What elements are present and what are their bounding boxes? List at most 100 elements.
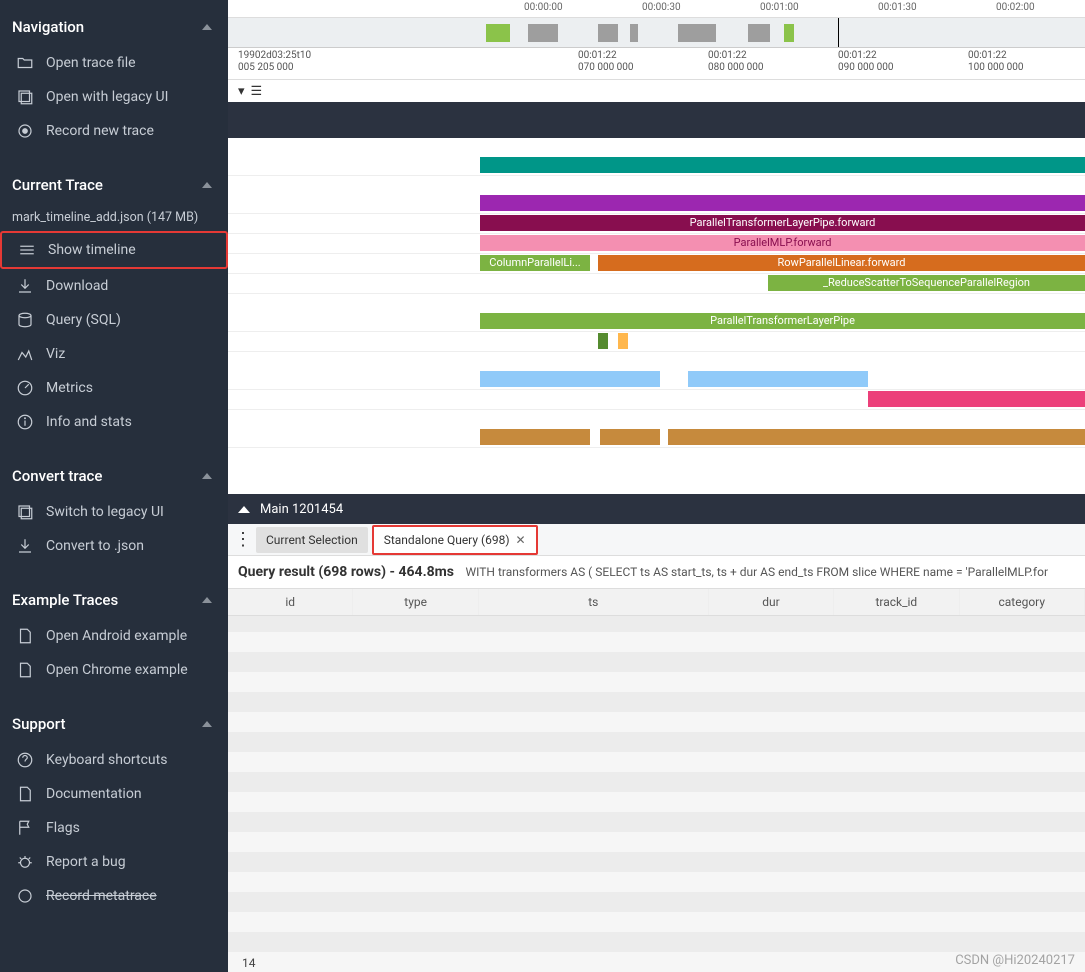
collapse-icon[interactable]: ▾ xyxy=(238,84,245,99)
chevron-up-icon xyxy=(202,597,212,603)
chevron-up-icon xyxy=(202,721,212,727)
slice[interactable]: RowParallelLinear.forward xyxy=(598,255,1085,271)
process-header[interactable] xyxy=(228,102,1085,138)
tab-current-selection[interactable]: Current Selection xyxy=(256,527,368,553)
slice[interactable]: _ReduceScatterToSequenceParallelRegion xyxy=(768,275,1085,291)
item-label: Open Android example xyxy=(46,628,187,644)
col-ts[interactable]: ts xyxy=(479,589,709,615)
chevron-up-icon xyxy=(202,24,212,30)
record-metatrace[interactable]: Record metatrace xyxy=(0,879,228,913)
kebab-icon[interactable]: ⋮ xyxy=(234,529,252,550)
ruler-tick: 00:00:30 xyxy=(642,2,681,13)
col-category[interactable]: category xyxy=(960,589,1085,615)
flags[interactable]: Flags xyxy=(0,811,228,845)
item-label: Convert to .json xyxy=(46,538,144,554)
ruler-tick: 00:01:22080 000 000 xyxy=(708,50,764,74)
metrics[interactable]: Metrics xyxy=(0,371,228,405)
slice[interactable] xyxy=(480,371,660,387)
slice[interactable]: ColumnParallelLi... xyxy=(480,255,590,271)
open-trace-file[interactable]: Open trace file xyxy=(0,46,228,80)
slice[interactable] xyxy=(618,333,628,349)
slice[interactable] xyxy=(598,333,608,349)
nav-section-header[interactable]: Navigation xyxy=(0,8,228,46)
ruler-origin: 19902d03:25t10005 205 000 xyxy=(238,50,311,74)
item-label: Record new trace xyxy=(46,123,154,139)
database-icon xyxy=(16,311,34,329)
time-ruler[interactable]: 00:00:00 00:00:30 00:01:00 00:01:30 00:0… xyxy=(228,0,1085,18)
documentation[interactable]: Documentation xyxy=(0,777,228,811)
keyboard-shortcuts[interactable]: Keyboard shortcuts xyxy=(0,743,228,777)
record-new-trace[interactable]: Record new trace xyxy=(0,114,228,148)
slice[interactable] xyxy=(668,429,1085,445)
col-dur[interactable]: dur xyxy=(709,589,834,615)
timeline-tracks[interactable]: ParallelTransformerLayerPipe.forward Par… xyxy=(228,138,1085,494)
info-stats[interactable]: Info and stats xyxy=(0,405,228,439)
trace-file-info: mark_timeline_add.json (147 MB) xyxy=(0,204,228,231)
show-timeline[interactable]: Show timeline xyxy=(0,231,228,269)
col-id[interactable]: id xyxy=(228,589,353,615)
watermark: CSDN @Hi20240217 xyxy=(955,953,1075,968)
download-icon xyxy=(16,537,34,555)
download[interactable]: Download xyxy=(0,269,228,303)
item-label: Open with legacy UI xyxy=(46,89,168,105)
item-label: Switch to legacy UI xyxy=(46,504,164,520)
item-label: Keyboard shortcuts xyxy=(46,752,167,768)
ruler-tick: 00:01:00 xyxy=(760,2,799,13)
main-panel: 00:00:00 00:00:30 00:01:00 00:01:30 00:0… xyxy=(228,0,1085,972)
ruler-tick: 00:00:00 xyxy=(524,2,563,13)
overview-track[interactable] xyxy=(228,18,1085,48)
slice[interactable] xyxy=(600,429,660,445)
document-icon xyxy=(16,785,34,803)
layers-icon xyxy=(16,503,34,521)
slice[interactable] xyxy=(868,391,1085,407)
open-chrome-example[interactable]: Open Chrome example xyxy=(0,653,228,687)
item-label: Record metatrace xyxy=(46,888,157,904)
details-bar[interactable]: Main 1201454 xyxy=(228,494,1085,524)
ruler-tick: 00:01:22090 000 000 xyxy=(838,50,894,74)
document-icon xyxy=(16,661,34,679)
slice[interactable] xyxy=(480,157,1085,173)
item-label: Metrics xyxy=(46,380,93,396)
result-rows-blurred: 14 CSDN @Hi20240217 xyxy=(228,616,1085,972)
support-header[interactable]: Support xyxy=(0,705,228,743)
slice[interactable] xyxy=(688,371,868,387)
document-icon xyxy=(16,627,34,645)
current-trace-header[interactable]: Current Trace xyxy=(0,166,228,204)
menu-lines-icon[interactable]: ☰ xyxy=(251,84,263,99)
item-label: Info and stats xyxy=(46,414,132,430)
slice[interactable] xyxy=(480,429,590,445)
ruler-tick: 00:01:22100 000 000 xyxy=(968,50,1024,74)
report-bug[interactable]: Report a bug xyxy=(0,845,228,879)
viz[interactable]: Viz xyxy=(0,337,228,371)
sidebar: Navigation Open trace file Open with leg… xyxy=(0,0,228,972)
convert-json[interactable]: Convert to .json xyxy=(0,529,228,563)
visible-cell: 14 xyxy=(242,956,256,970)
chart-icon xyxy=(16,345,34,363)
download-icon xyxy=(16,277,34,295)
ruler-tick: 00:02:00 xyxy=(996,2,1035,13)
tab-label: Standalone Query (698) xyxy=(384,533,510,547)
flag-icon xyxy=(16,819,34,837)
slice[interactable]: ParallelTransformerLayerPipe.forward xyxy=(480,215,1085,231)
chevron-up-icon xyxy=(202,473,212,479)
tab-standalone-query[interactable]: Standalone Query (698) ✕ xyxy=(372,525,538,555)
help-icon xyxy=(16,751,34,769)
col-track[interactable]: track_id xyxy=(834,589,959,615)
folder-open-icon xyxy=(16,54,34,72)
slice[interactable] xyxy=(480,195,1085,211)
switch-legacy[interactable]: Switch to legacy UI xyxy=(0,495,228,529)
slice[interactable]: ParallelMLP.forward xyxy=(480,235,1085,251)
close-icon[interactable]: ✕ xyxy=(516,533,526,547)
col-type[interactable]: type xyxy=(353,589,478,615)
example-header[interactable]: Example Traces xyxy=(0,581,228,619)
convert-header[interactable]: Convert trace xyxy=(0,457,228,495)
item-label: Open trace file xyxy=(46,55,136,71)
query-sql[interactable]: Query (SQL) xyxy=(0,303,228,337)
chevron-up-icon[interactable] xyxy=(238,506,250,513)
open-android-example[interactable]: Open Android example xyxy=(0,619,228,653)
current-title: Current Trace xyxy=(12,176,103,194)
open-legacy-ui[interactable]: Open with legacy UI xyxy=(0,80,228,114)
time-ruler-detail[interactable]: 19902d03:25t10005 205 000 00:01:22070 00… xyxy=(228,48,1085,80)
item-label: Show timeline xyxy=(48,242,136,258)
slice[interactable]: ParallelTransformerLayerPipe xyxy=(480,313,1085,329)
